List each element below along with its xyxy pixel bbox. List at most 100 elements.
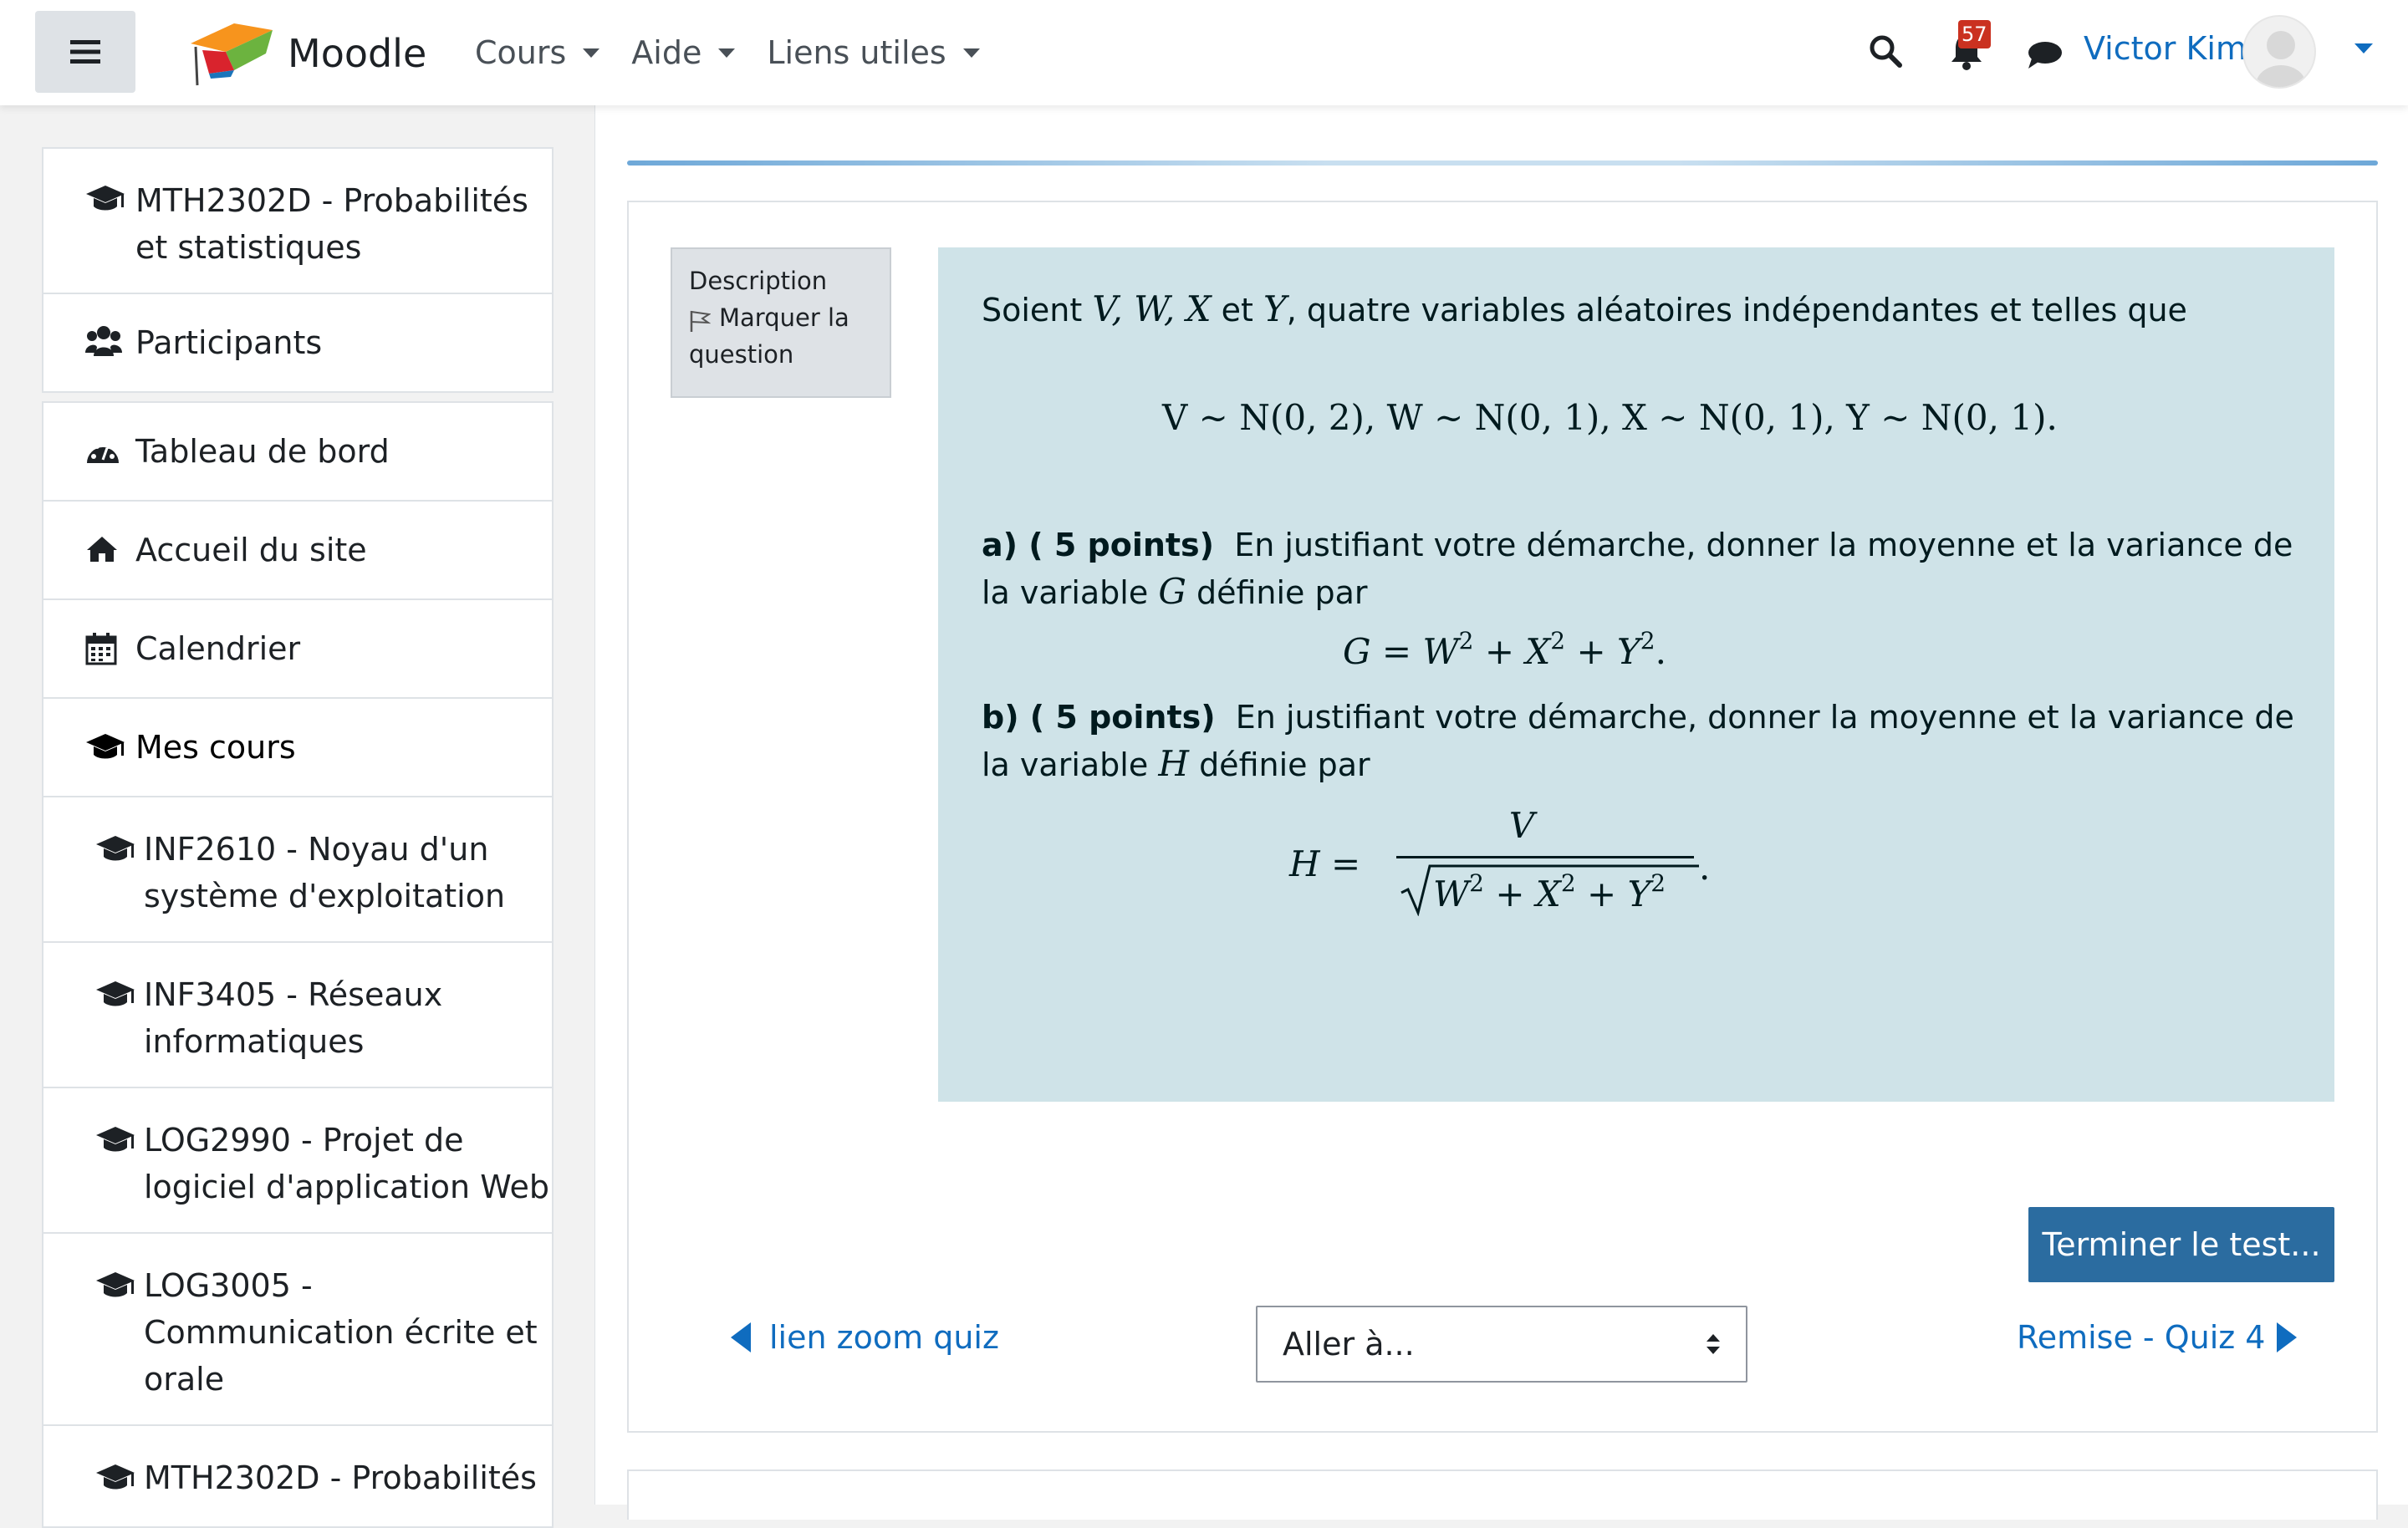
brand-name: Moodle (288, 31, 427, 76)
select-arrows-icon (1706, 1332, 1721, 1356)
drawer-item-label-line1: LOG3005 - (144, 1267, 313, 1304)
next-activity-link[interactable]: Remise - Quiz 4 (2017, 1319, 2298, 1356)
drawer-item-label-line2: informatiques (144, 1023, 365, 1060)
drawer-item-label-line1: MTH2302D - Probabilités (135, 182, 528, 219)
drawer-item-calendar[interactable]: Calendrier (43, 600, 552, 699)
jump-select-value: Aller à... (1283, 1326, 1415, 1362)
notification-count-badge: 57 (1958, 20, 1991, 48)
course-nav-group: MTH2302D - Probabilités et statistiques P… (42, 147, 554, 393)
flag-label-line2: question (689, 340, 794, 369)
next-activity-label: Remise - Quiz 4 (2017, 1319, 2266, 1356)
top-navbar: Moodle Cours Aide Liens utiles 57 Victor… (0, 0, 2408, 105)
drawer-item-participants[interactable]: Participants (43, 294, 552, 391)
part-a-variable: G (1158, 571, 1186, 612)
question-info-box: Description Marquer la question (671, 247, 891, 398)
intro-prefix: Soient (982, 292, 1083, 329)
menu-cours[interactable]: Cours (475, 25, 600, 80)
distribution-equation: V ∼ N(0, 2), W ∼ N(0, 1), X ∼ N(0, 1), Y… (1162, 397, 2058, 438)
menu-aide[interactable]: Aide (631, 25, 736, 80)
drawer-item-label: Mes cours (135, 729, 296, 766)
drawer-item-label: Tableau de bord (135, 433, 390, 470)
intro-suffix: , quatre variables aléatoires indépendan… (1286, 292, 2187, 329)
question-intro: Soient V, W, X et Y, quatre variables al… (982, 286, 2187, 334)
brand-link[interactable]: Moodle (186, 18, 426, 89)
next-section-card (627, 1469, 2378, 1520)
equation-g: G = W2 + X2 + Y2. (1343, 627, 1666, 673)
intro-variable-y: Y (1263, 288, 1287, 329)
drawer-item-label-line3: orale (144, 1361, 225, 1398)
flag-label: Marquer la question (689, 299, 849, 373)
chevron-down-icon (962, 48, 980, 58)
drawer-item-label-line2: logiciel d'application Web (144, 1169, 550, 1205)
part-b-heading: b) ( 5 points) (982, 699, 1216, 736)
drawer-item-label: INF2610 - Noyau d'un système d'exploitati… (144, 826, 505, 919)
drawer-item-site-home[interactable]: Accueil du site (43, 502, 552, 600)
users-icon (85, 324, 122, 358)
part-b: b) ( 5 points) En justifiant votre démar… (982, 694, 2303, 788)
drawer-item-label-line2: Communication écrite et (144, 1314, 538, 1351)
drawer-item-my-courses[interactable]: Mes cours (43, 699, 552, 797)
drawer-item-label-line1: LOG2990 - Projet de (144, 1122, 464, 1159)
chevron-down-icon (583, 48, 600, 58)
flag-label-line1: Marquer la (719, 303, 849, 332)
jump-to-activity-select[interactable]: Aller à... (1256, 1306, 1747, 1383)
calendar-icon (85, 632, 117, 665)
intro-variables: V, W, X (1092, 288, 1212, 329)
menu-cours-label: Cours (475, 34, 567, 71)
navigation-drawer: MTH2302D - Probabilités et statistiques P… (0, 105, 595, 1528)
part-a: a) ( 5 points) En justifiant votre démar… (982, 522, 2303, 616)
finish-attempt-button[interactable]: Terminer le test... (2028, 1207, 2334, 1282)
primary-menu: Cours Aide Liens utiles (475, 25, 1012, 80)
home-icon (85, 535, 119, 563)
drawer-item-dashboard[interactable]: Tableau de bord (43, 403, 552, 502)
drawer-item-course-inf2610[interactable]: INF2610 - Noyau d'un système d'exploitati… (43, 797, 552, 943)
drawer-item-label: MTH2302D - Probabilités et statistiques (135, 177, 528, 271)
question-text-area: Soient V, W, X et Y, quatre variables al… (938, 247, 2334, 1102)
part-a-heading: a) ( 5 points) (982, 527, 1215, 563)
previous-activity-link[interactable]: lien zoom quiz (731, 1319, 999, 1356)
flag-icon (689, 299, 719, 333)
moodle-logo-icon (186, 18, 273, 89)
flag-question-link[interactable]: Marquer la question (689, 299, 873, 373)
part-b-tail: définie par (1199, 746, 1370, 783)
drawer-item-label: MTH2302D - Probabilités (144, 1459, 537, 1496)
graduation-cap-icon (95, 834, 135, 864)
drawer-item-label: LOG2990 - Projet de logiciel d'applicatio… (144, 1117, 549, 1210)
intro-et: et (1221, 292, 1253, 329)
part-b-variable: H (1158, 743, 1189, 784)
page-header-divider (627, 160, 2378, 166)
drawer-item-course-inf3405[interactable]: INF3405 - Réseaux informatiques (43, 943, 552, 1088)
menu-aide-label: Aide (631, 34, 702, 71)
drawer-toggle-button[interactable] (35, 11, 135, 93)
site-nav-group: Tableau de bord Accueil du site Calendri… (42, 401, 554, 1528)
graduation-cap-icon (85, 184, 125, 214)
drawer-item-label-line1: INF3405 - Réseaux (144, 976, 443, 1013)
chevron-down-icon (718, 48, 736, 58)
dashboard-icon (85, 436, 120, 466)
drawer-item-label: INF3405 - Réseaux informatiques (144, 971, 442, 1065)
drawer-item-label: Accueil du site (135, 532, 367, 568)
user-name-link[interactable]: Victor Kim (2084, 30, 2247, 67)
graduation-cap-icon (95, 1271, 135, 1301)
user-menu-chevron-icon[interactable] (2354, 43, 2373, 53)
graduation-cap-icon (95, 980, 135, 1010)
caret-right-icon (2277, 1322, 2298, 1352)
drawer-item-course-mth2302d-2[interactable]: MTH2302D - Probabilités (43, 1426, 552, 1526)
caret-left-icon (731, 1322, 751, 1352)
drawer-item-label-line2: système d'exploitation (144, 878, 506, 914)
previous-activity-label: lien zoom quiz (769, 1319, 999, 1356)
question-type-label: Description (689, 267, 828, 295)
hamburger-icon (70, 39, 100, 64)
drawer-item-label: Calendrier (135, 630, 301, 667)
drawer-item-course-log3005[interactable]: LOG3005 - Communication écrite et orale (43, 1234, 552, 1426)
drawer-item-label: Participants (135, 324, 323, 361)
search-icon[interactable] (1868, 33, 1903, 69)
drawer-item-course-mth2302d[interactable]: MTH2302D - Probabilités et statistiques (43, 149, 552, 294)
chat-icon[interactable] (2027, 40, 2064, 70)
drawer-item-label: LOG3005 - Communication écrite et orale (144, 1262, 538, 1403)
avatar[interactable] (2242, 15, 2316, 89)
drawer-item-course-log2990[interactable]: LOG2990 - Projet de logiciel d'applicatio… (43, 1088, 552, 1234)
drawer-item-label-line2: et statistiques (135, 229, 362, 266)
menu-liens-utiles[interactable]: Liens utiles (767, 25, 980, 80)
part-a-tail: définie par (1196, 574, 1368, 611)
